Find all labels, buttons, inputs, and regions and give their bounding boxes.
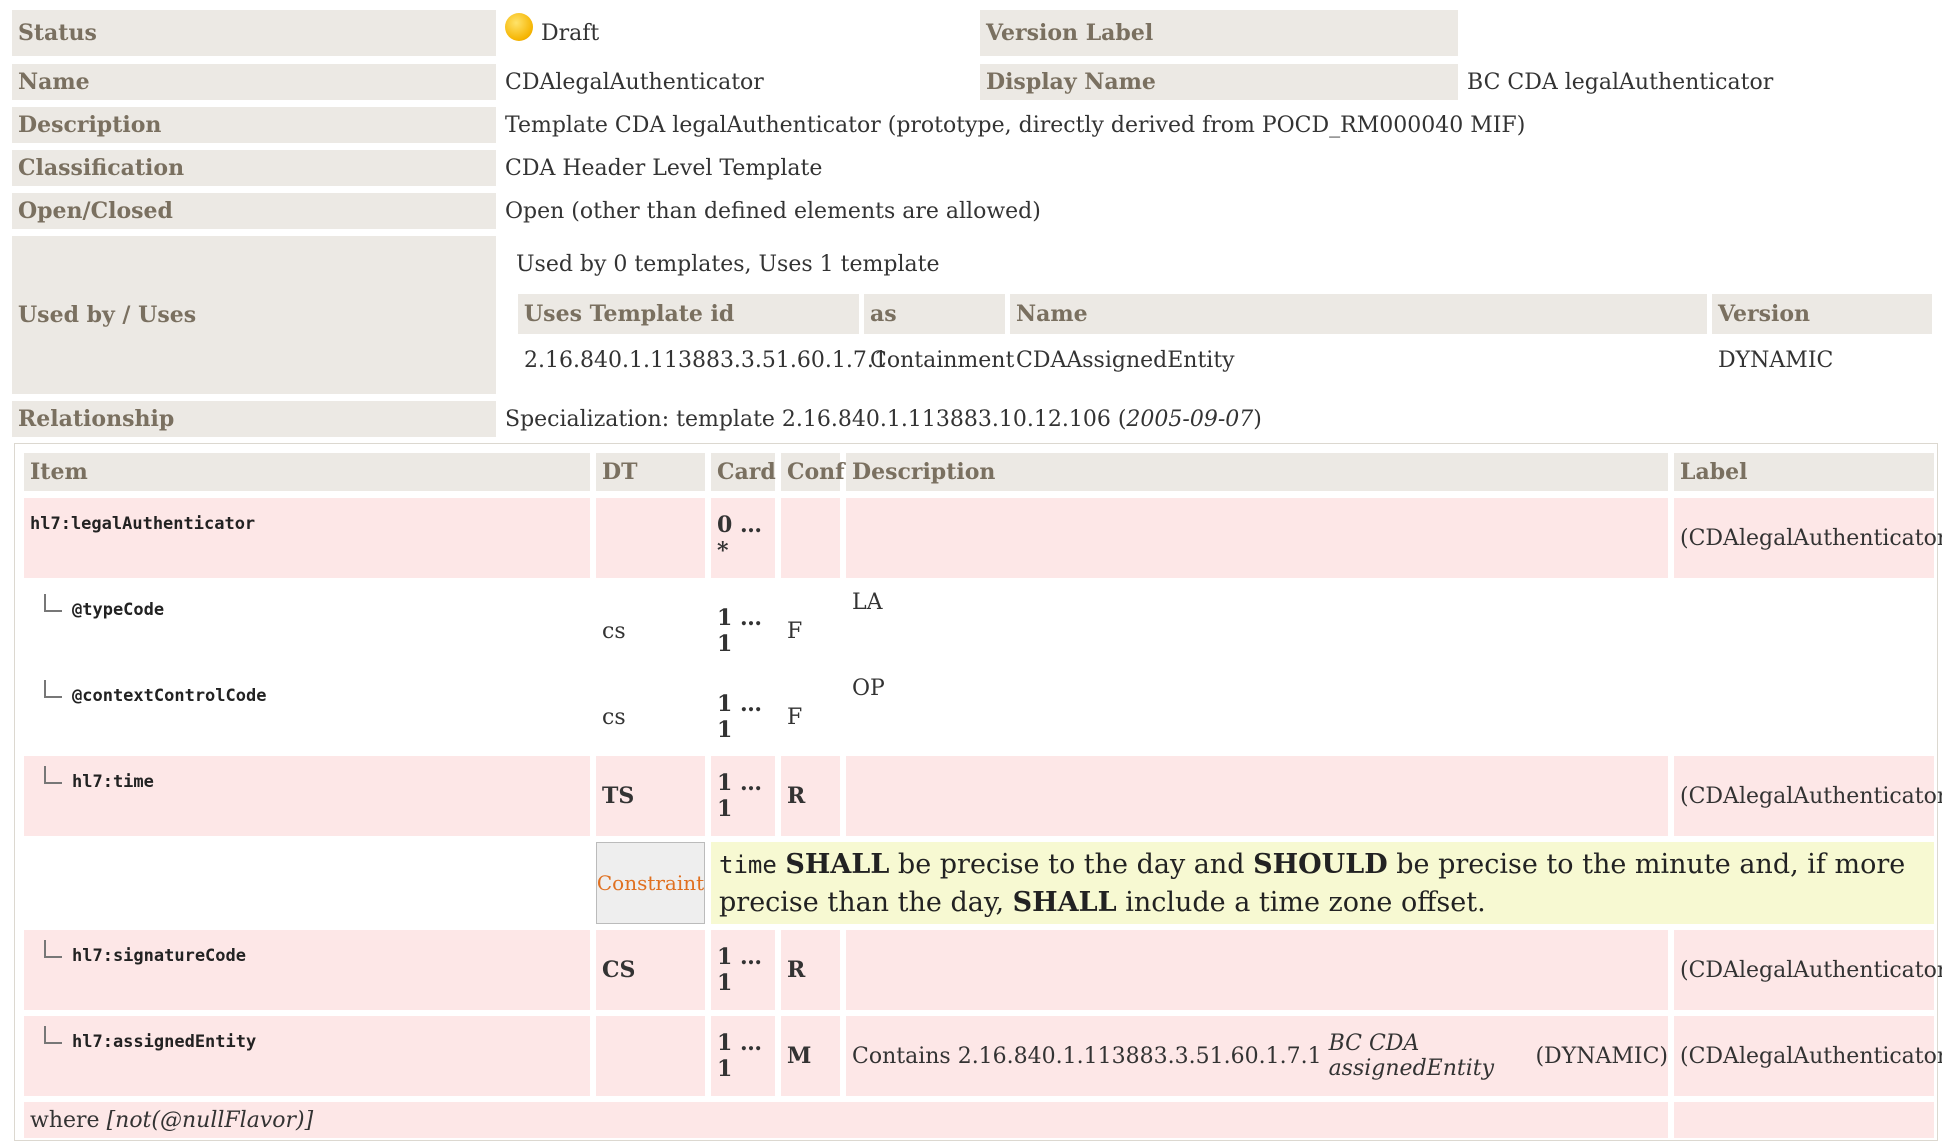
used-by-summary: Used by 0 templates, Uses 1 template bbox=[516, 251, 940, 277]
description-value: Template CDA legalAuthenticator (prototy… bbox=[505, 112, 1526, 138]
display-name-value: BC CDA legalAuthenticator bbox=[1467, 69, 1774, 95]
where-clause: where [not(@nullFlavor)] bbox=[24, 1102, 1668, 1138]
relationship-prefix: Specialization: template 2.16.840.1.1138… bbox=[505, 406, 1127, 432]
uses-row-template-id: 2.16.840.1.113883.3.51.60.1.7.1 bbox=[524, 347, 888, 373]
description-italic: BC CDA assignedEntity bbox=[1328, 1031, 1495, 1081]
status-text: Draft bbox=[541, 20, 600, 46]
table-row-item: hl7:legalAuthenticator bbox=[24, 498, 590, 578]
open-closed-label: Open/Closed bbox=[12, 193, 496, 229]
uses-row-name: CDAAssignedEntity bbox=[1016, 347, 1235, 373]
relationship-date: 2005-09-07 bbox=[1126, 406, 1254, 432]
uses-header-name: Name bbox=[1010, 294, 1707, 334]
display-name-label: Display Name bbox=[980, 64, 1458, 100]
items-header-card: Card bbox=[711, 453, 776, 491]
description-label: Description bbox=[12, 107, 496, 143]
relationship-value: Specialization: template 2.16.840.1.1138… bbox=[505, 401, 1935, 437]
tree-branch-icon bbox=[44, 1026, 62, 1044]
constraint-label: Constraint bbox=[596, 842, 705, 924]
where-prefix: where bbox=[30, 1107, 107, 1133]
item-name: hl7:legalAuthenticator bbox=[30, 514, 256, 534]
table-row-conf: F bbox=[787, 704, 803, 730]
uses-header-version: Version bbox=[1712, 294, 1932, 334]
table-row-card: 1 … 1 bbox=[711, 930, 775, 1010]
table-row-dt: cs bbox=[602, 704, 626, 730]
constraint-should: SHOULD bbox=[1253, 849, 1388, 880]
name-label: Name bbox=[12, 64, 496, 100]
constraint-shall-2: SHALL bbox=[1012, 887, 1117, 918]
name-value: CDAlegalAuthenticator bbox=[505, 69, 764, 95]
items-header-description: Description bbox=[846, 453, 1668, 491]
draft-status-icon bbox=[505, 13, 533, 41]
table-row-description bbox=[846, 498, 1668, 578]
item-name: @typeCode bbox=[72, 600, 165, 620]
table-row-dt bbox=[596, 1016, 705, 1096]
table-row-card: 0 … * bbox=[711, 498, 775, 578]
table-row-label: (CDAlegalAuthenticator) bbox=[1674, 930, 1942, 1010]
table-row-item: hl7:signatureCode bbox=[24, 930, 590, 1010]
where-expression: [not(@nullFlavor)] bbox=[106, 1107, 314, 1133]
constraint-shall-1: SHALL bbox=[785, 849, 890, 880]
description-prefix: Contains 2.16.840.1.113883.3.51.60.1.7.1 bbox=[852, 1043, 1329, 1069]
tree-branch-icon bbox=[44, 594, 62, 612]
table-row-dt: TS bbox=[596, 756, 705, 836]
item-name: hl7:signatureCode bbox=[72, 946, 246, 966]
constraint-text-3: include a time zone offset. bbox=[1116, 887, 1486, 918]
table-row-item: hl7:assignedEntity bbox=[24, 1016, 590, 1096]
table-row-card: 1 … 1 bbox=[717, 605, 762, 657]
constraint-code: time bbox=[719, 851, 777, 879]
item-name: hl7:assignedEntity bbox=[72, 1032, 257, 1052]
table-row-description: OP bbox=[852, 676, 885, 701]
used-by-uses-label: Used by / Uses bbox=[12, 236, 496, 394]
table-row-item: @contextControlCode bbox=[24, 670, 590, 750]
table-row-dt: CS bbox=[596, 930, 705, 1010]
table-row-card: 1 … 1 bbox=[711, 756, 775, 836]
item-name: @contextControlCode bbox=[72, 686, 267, 706]
table-row-card: 1 … 1 bbox=[717, 691, 762, 743]
table-row-conf: F bbox=[787, 618, 803, 644]
items-header-label: Label bbox=[1674, 453, 1934, 491]
table-row-label: (CDAlegalAuthenticator) bbox=[1674, 1016, 1942, 1096]
items-header-conf: Conf bbox=[781, 453, 845, 491]
table-row-dt bbox=[596, 498, 705, 578]
table-row-conf: M bbox=[781, 1016, 840, 1096]
items-header-item: Item bbox=[24, 453, 590, 491]
table-row-label: (CDAlegalAuthenticator) bbox=[1674, 756, 1942, 836]
items-header-dt: DT bbox=[596, 453, 705, 491]
uses-header-template-id: Uses Template id bbox=[518, 294, 859, 334]
version-label: Version Label bbox=[980, 10, 1458, 56]
table-row-description bbox=[846, 930, 1668, 1010]
relationship-suffix: ) bbox=[1253, 406, 1262, 432]
tree-branch-icon bbox=[44, 680, 62, 698]
classification-label: Classification bbox=[12, 150, 496, 186]
table-row-description: Contains 2.16.840.1.113883.3.51.60.1.7.1… bbox=[846, 1016, 1668, 1096]
table-row-item: @typeCode bbox=[24, 584, 590, 664]
description-suffix: (DYNAMIC) bbox=[1528, 1043, 1668, 1069]
table-row-conf: R bbox=[781, 756, 840, 836]
uses-row-as: Containment bbox=[870, 347, 1015, 373]
table-row-dt: cs bbox=[602, 618, 626, 644]
table-row-item: hl7:time bbox=[24, 756, 590, 836]
table-row-description: LA bbox=[852, 590, 883, 615]
relationship-label: Relationship bbox=[12, 401, 496, 437]
where-label-cell bbox=[1674, 1102, 1934, 1138]
table-row-conf: R bbox=[781, 930, 840, 1010]
table-row-card: 1 … 1 bbox=[711, 1016, 775, 1096]
table-row-label: (CDAlegalAuthenticator) bbox=[1674, 498, 1942, 578]
constraint-text-1: be precise to the day and bbox=[889, 849, 1254, 880]
constraint-text: time SHALL be precise to the day and SHO… bbox=[711, 842, 1934, 924]
status-label: Status bbox=[12, 10, 496, 56]
item-name: hl7:time bbox=[72, 772, 154, 792]
tree-branch-icon bbox=[44, 940, 62, 958]
classification-value: CDA Header Level Template bbox=[505, 155, 823, 181]
table-row-description bbox=[846, 756, 1668, 836]
tree-branch-icon bbox=[44, 766, 62, 784]
uses-row-version: DYNAMIC bbox=[1718, 347, 1834, 373]
uses-header-as: as bbox=[864, 294, 1005, 334]
table-row-conf bbox=[781, 498, 840, 578]
status-value: Draft bbox=[505, 10, 975, 56]
open-closed-value: Open (other than defined elements are al… bbox=[505, 198, 1041, 224]
